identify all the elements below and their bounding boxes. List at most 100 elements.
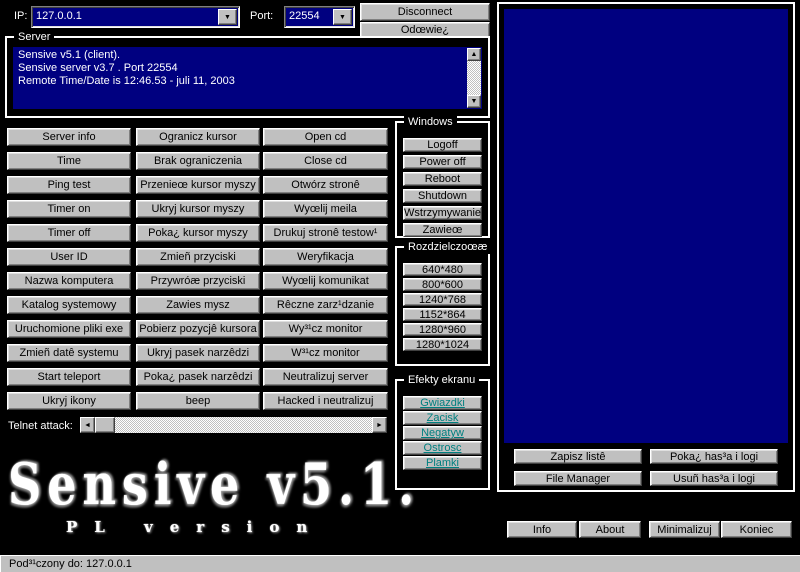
command-button[interactable]: Poka¿ kursor myszy [136,224,260,242]
app-logo: Sensive v5.1. PL version [8,450,398,536]
resolution-groupbox: Rozdzielczoœæ 640*480 800*600 1240*768 1… [395,246,490,366]
command-button[interactable]: Wyœlij komunikat [263,272,388,290]
command-button[interactable]: Ping test [7,176,131,194]
command-button[interactable]: Zmieñ przyciski [136,248,260,266]
resolution-button[interactable]: 1152*864 [403,308,482,321]
command-button[interactable]: Brak ograniczenia [136,152,260,170]
command-button[interactable]: Przenieœ kursor myszy [136,176,260,194]
command-button[interactable]: Rêczne zarz¹dzanie [263,296,388,314]
command-button[interactable]: Zawies mysz [136,296,260,314]
resolution-group-title: Rozdzielczoœæ [404,240,491,254]
suspend-button[interactable]: Wstrzymywanie [403,206,482,220]
resolution-button[interactable]: 1280*960 [403,323,482,336]
log-line: Remote Time/Date is 12:46.53 - juli 11, … [13,75,482,88]
windows-group-title: Windows [404,115,457,129]
telnet-attack-label: Telnet attack: [8,420,73,432]
command-button[interactable]: User ID [7,248,131,266]
scroll-down-button[interactable]: ▼ [467,95,481,108]
save-list-button[interactable]: Zapisz listê [514,449,642,464]
port-value[interactable]: 22554 [285,7,331,27]
chevron-down-icon: ▼ [224,14,231,21]
resolution-button[interactable]: 800*600 [403,278,482,291]
resolution-button[interactable]: 1240*768 [403,293,482,306]
server-log-scrollbar[interactable]: ▲ ▼ [467,48,481,108]
port-dropdown-button[interactable]: ▼ [333,9,352,25]
ip-label: IP: [14,10,27,22]
scroll-up-button[interactable]: ▲ [467,48,481,61]
minimize-button[interactable]: Minimalizuj [649,521,720,538]
status-bar: Pod³¹czony do: 127.0.0.1 [0,555,800,572]
logo-subtitle: PL version [66,518,398,536]
ip-combobox[interactable]: 127.0.0.1 ▼ [31,6,240,28]
exit-button[interactable]: Koniec [721,521,792,538]
command-button[interactable]: beep [136,392,260,410]
command-button[interactable]: Pobierz pozycjê kursora [136,320,260,338]
command-column-3: Open cd Close cd Otwórz stronê Wyœlij me… [263,128,388,410]
port-combobox[interactable]: 22554 ▼ [284,6,355,28]
logo-title: Sensive v5.1. [8,450,398,518]
effect-button[interactable]: Zacisk [403,411,482,425]
command-button[interactable]: Start teleport [7,368,131,386]
effects-group-title: Efekty ekranu [404,373,479,387]
server-log-listbox[interactable]: Sensive v5.1 (client). Sensive server v3… [13,47,482,109]
command-button[interactable]: Ukryj kursor myszy [136,200,260,218]
scroll-left-button[interactable]: ◄ [80,417,95,433]
scroll-up-icon: ▲ [471,51,478,58]
port-label: Port: [250,10,273,22]
scroll-track[interactable] [467,61,481,95]
command-button[interactable]: Open cd [263,128,388,146]
command-button[interactable]: Nazwa komputera [7,272,131,290]
chevron-down-icon: ▼ [339,14,346,21]
command-button[interactable]: Ukryj pasek narzêdzi [136,344,260,362]
hang-button[interactable]: Zawieœ [403,223,482,237]
show-passwords-logs-button[interactable]: Poka¿ has³a i logi [650,449,778,464]
command-button[interactable]: Ogranicz kursor [136,128,260,146]
resolution-button[interactable]: 1280*1024 [403,338,482,351]
server-groupbox: Server Sensive v5.1 (client). Sensive se… [5,36,490,118]
command-button[interactable]: Wy³¹cz monitor [263,320,388,338]
info-button[interactable]: Info [507,521,577,538]
resolution-buttons: 640*480 800*600 1240*768 1152*864 1280*9… [403,263,482,351]
command-button[interactable]: Uruchomione pliki exe [7,320,131,338]
poweroff-button[interactable]: Power off [403,155,482,169]
scroll-right-button[interactable]: ► [372,417,387,433]
command-button[interactable]: Wyœlij meila [263,200,388,218]
scroll-down-icon: ▼ [471,98,478,105]
scroll-track[interactable] [115,417,372,433]
resolution-button[interactable]: 640*480 [403,263,482,276]
about-button[interactable]: About [579,521,641,538]
effect-button[interactable]: Gwiazdki [403,396,482,410]
command-button[interactable]: Katalog systemowy [7,296,131,314]
shutdown-button[interactable]: Shutdown [403,189,482,203]
command-button[interactable]: Zmieñ datê systemu [7,344,131,362]
server-group-title: Server [14,30,54,44]
command-button[interactable]: Neutralizuj server [263,368,388,386]
ip-value[interactable]: 127.0.0.1 [32,7,216,27]
command-button[interactable]: Otwórz stronê [263,176,388,194]
windows-buttons: Logoff Power off Reboot Shutdown Wstrzym… [403,138,482,237]
command-button[interactable]: Drukuj stronê testow¹ [263,224,388,242]
file-manager-button[interactable]: File Manager [514,471,642,486]
command-button[interactable]: Timer off [7,224,131,242]
command-button[interactable]: W³¹cz monitor [263,344,388,362]
ip-dropdown-button[interactable]: ▼ [218,9,237,25]
command-button[interactable]: Przywróæ przyciski [136,272,260,290]
command-button[interactable]: Poka¿ pasek narzêdzi [136,368,260,386]
delete-passwords-logs-button[interactable]: Usuñ has³a i logi [650,471,778,486]
command-button[interactable]: Time [7,152,131,170]
command-button[interactable]: Hacked i neutralizuj [263,392,388,410]
logoff-button[interactable]: Logoff [403,138,482,152]
remote-panel: Zapisz listê Poka¿ has³a i logi File Man… [497,2,795,492]
windows-groupbox: Windows Logoff Power off Reboot Shutdown… [395,121,490,238]
remote-output-listbox[interactable] [504,9,788,443]
reboot-button[interactable]: Reboot [403,172,482,186]
command-button[interactable]: Server info [7,128,131,146]
command-button[interactable]: Weryfikacja [263,248,388,266]
command-button[interactable]: Ukryj ikony [7,392,131,410]
effect-button[interactable]: Negatyw [403,426,482,440]
command-button[interactable]: Timer on [7,200,131,218]
scroll-thumb[interactable] [95,417,115,433]
disconnect-button[interactable]: Disconnect [360,3,490,21]
command-button[interactable]: Close cd [263,152,388,170]
telnet-attack-scrollbar[interactable]: ◄ ► [80,417,387,433]
